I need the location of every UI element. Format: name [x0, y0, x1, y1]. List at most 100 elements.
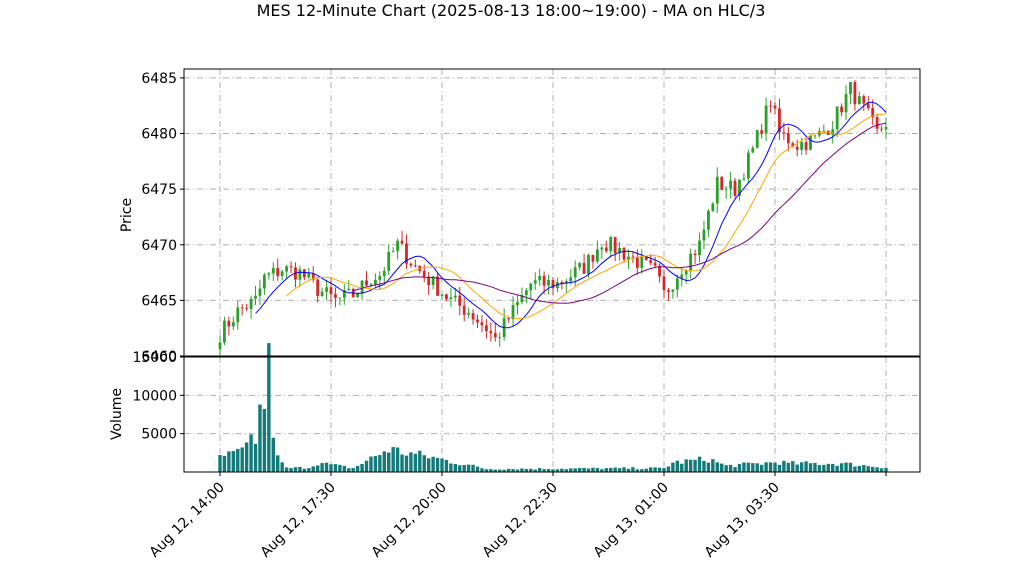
candle-body [218, 342, 222, 350]
volume-bar [333, 464, 338, 472]
volume-bar [311, 466, 315, 472]
volume-bar [826, 463, 830, 472]
candle-body [653, 262, 657, 266]
volume-bar [724, 465, 728, 472]
candle-body [489, 331, 493, 334]
volume-bar [298, 466, 302, 472]
volume-bar [458, 465, 462, 472]
candle-body [458, 295, 462, 306]
volume-axis-label: Volume [109, 388, 125, 440]
volume-bar [848, 462, 853, 472]
candle-body [884, 126, 888, 130]
volume-bar [813, 462, 817, 472]
volume-bar [706, 462, 711, 472]
candle-body [462, 305, 466, 315]
candle-body [445, 294, 448, 299]
volume-bar [702, 460, 706, 472]
candle-body [596, 249, 599, 262]
candle-body [849, 82, 852, 95]
volume-bar [360, 463, 364, 472]
volume-bar [857, 465, 862, 472]
volume-bar [773, 462, 777, 472]
volume-bar [471, 464, 475, 472]
volume-bar [653, 467, 657, 472]
volume-bar [693, 459, 697, 472]
candle-body [844, 94, 848, 113]
time-tick-label: Aug 12, 17:30 [258, 480, 339, 561]
candle-body [720, 176, 724, 190]
candle-body [773, 105, 777, 109]
volume-bar [329, 464, 333, 472]
candle-body [751, 147, 755, 153]
candle-body [786, 133, 790, 144]
candle-body [755, 130, 759, 148]
time-tick-label: Aug 13, 01:00 [591, 480, 672, 561]
candle-body [289, 266, 293, 268]
volume-bar [520, 468, 524, 472]
volume-grid [184, 356, 920, 472]
volume-bar [475, 466, 480, 472]
candle-body [427, 276, 431, 285]
candle-body [374, 280, 377, 285]
volume-bar [462, 464, 466, 472]
volume-bar [453, 464, 458, 472]
volume-bar [822, 464, 826, 472]
volume-bar [258, 404, 262, 472]
volume-bar [236, 448, 240, 472]
candle-body [302, 269, 306, 278]
volume-bar [755, 463, 759, 472]
volume-bar [799, 462, 804, 472]
candle-body [809, 135, 812, 150]
price-tick-label: 6485 [141, 71, 177, 87]
candle-body [742, 178, 746, 180]
price-tick-label: 6475 [141, 182, 177, 198]
volume-bar [307, 468, 311, 472]
candle-body [369, 284, 373, 286]
volume-bar [373, 456, 378, 472]
candle-body [640, 256, 644, 268]
volume-bar [835, 465, 839, 472]
candle-body [227, 320, 231, 327]
candle-body [662, 276, 666, 291]
candle-body [276, 268, 280, 277]
volume-bar [791, 461, 795, 472]
volume-bar [782, 460, 786, 472]
candle-body [840, 106, 843, 113]
price-grid [184, 69, 920, 357]
volume-bar [418, 450, 422, 472]
candle-body [329, 287, 333, 295]
candle-body [258, 288, 262, 296]
candle-body [440, 294, 444, 296]
volume-bar [879, 468, 884, 472]
volume-tick-label: 15000 [132, 350, 177, 366]
volume-bar [338, 464, 342, 472]
candle-body [724, 188, 728, 190]
candle-body [782, 132, 786, 134]
volume-bar [728, 464, 733, 472]
volume-tick-label: 10000 [132, 388, 177, 404]
volume-bar [870, 466, 875, 472]
volume-bar [786, 462, 791, 472]
candle-body [795, 146, 799, 150]
candle-body [507, 318, 510, 320]
candle-body [263, 274, 266, 289]
volume-bar [662, 468, 666, 472]
volume-bar [364, 460, 369, 472]
candle-body [866, 103, 870, 109]
volume-bar [320, 463, 324, 472]
candle-body [609, 237, 613, 252]
candle-body [467, 313, 471, 315]
volume-bar [404, 455, 409, 472]
volume-bar [622, 467, 626, 472]
volume-bar [391, 447, 395, 472]
candle-body [569, 277, 573, 282]
candle-body [422, 271, 426, 277]
time-tick-label: Aug 12, 22:30 [480, 480, 561, 561]
volume-bar [715, 462, 719, 472]
candle-body [480, 322, 484, 326]
candle-body [280, 271, 284, 277]
candle-body [511, 305, 515, 320]
volume-bar [582, 467, 586, 472]
volume-bar [218, 455, 222, 472]
candle-body [822, 130, 826, 132]
